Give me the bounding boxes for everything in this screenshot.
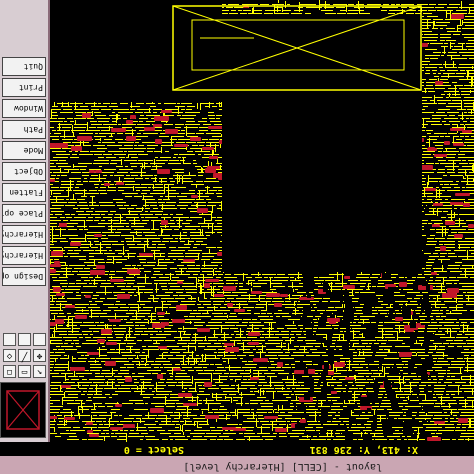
menu-item-9[interactable]: Window: [2, 99, 46, 118]
title-bar: layout - [CELL] [Hierarchy level]: [0, 455, 474, 474]
status-bar: X: 413, Y: 236 831 Select = 0: [0, 441, 474, 456]
menu-item-7[interactable]: Mode: [2, 141, 46, 160]
window-title: layout - [CELL] [Hierarchy level]: [183, 461, 382, 472]
cursor-coordinates: X: 413, Y: 236 831: [309, 444, 418, 455]
empty-region-top: [50, 0, 222, 102]
layout-drawing[interactable]: [50, 0, 474, 442]
move-icon[interactable]: ✥: [33, 349, 46, 362]
box-icon[interactable]: ▭: [18, 365, 31, 378]
menu-item-2[interactable]: Hierarchy: [2, 246, 46, 265]
tool-slot-2[interactable]: [18, 333, 31, 346]
menu-item-3[interactable]: Hierarchy: [2, 225, 46, 244]
menu-item-8[interactable]: Path: [2, 120, 46, 139]
layout-canvas[interactable]: [50, 0, 474, 442]
arrow-icon[interactable]: ↖: [33, 365, 46, 378]
layout-editor-window: layout - [CELL] [Hierarchy level] X: 413…: [0, 0, 474, 474]
menu-item-11[interactable]: Quit: [2, 57, 46, 76]
tool-slot-1[interactable]: [33, 333, 46, 346]
selection-count: Select = 0: [123, 444, 184, 455]
tool-slot-3[interactable]: [3, 333, 16, 346]
menu-item-5[interactable]: Flatten: [2, 183, 46, 202]
path-icon[interactable]: ╱: [18, 349, 31, 362]
poly-icon[interactable]: ◇: [3, 349, 16, 362]
menu-item-1[interactable]: Design options: [2, 267, 46, 286]
menu-item-10[interactable]: Print: [2, 78, 46, 97]
tool-panel: ↖▭◻ ✥╱◇ Design options Hierarchy Hierarchy P…: [0, 0, 50, 442]
menu-item-6[interactable]: Object: [2, 162, 46, 181]
menu-item-4[interactable]: Place option: [2, 204, 46, 223]
zoom-icon[interactable]: ◻: [3, 365, 16, 378]
overview-window[interactable]: [0, 382, 46, 438]
